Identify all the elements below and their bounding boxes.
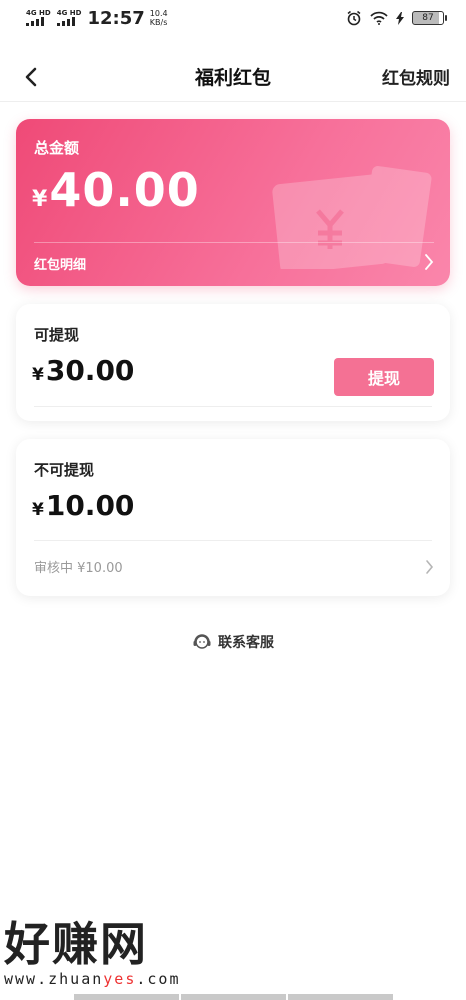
watermark-url-suffix: .com [136, 970, 181, 988]
watermark-url-prefix: www.zhuan [4, 970, 104, 988]
signal-icon: 4G HD [26, 10, 51, 26]
red-envelope-icon [272, 166, 432, 269]
withdrawable-title: 可提现 [34, 326, 80, 344]
total-amount-card: 总金额 ¥ 40.00 红包明细 [16, 119, 450, 286]
rules-link[interactable]: 红包规则 [382, 64, 450, 89]
chevron-left-icon [25, 67, 37, 87]
withdrawable-amount: ¥ 30.00 [32, 354, 134, 387]
headset-icon [193, 634, 211, 649]
currency-symbol: ¥ [32, 187, 48, 212]
envelope-detail-link[interactable]: 红包明细 [34, 254, 86, 273]
charging-icon [396, 11, 404, 25]
currency-symbol: ¥ [32, 500, 44, 520]
total-label: 总金额 [34, 139, 80, 157]
under-review-text: 审核中 ¥10.00 [34, 561, 123, 576]
signal-group: 4G HD 4G HD [26, 10, 81, 26]
contact-service-label: 联系客服 [218, 635, 274, 651]
wifi-icon [370, 11, 388, 25]
network-speed: 10.4 KB/s [150, 9, 168, 27]
non-withdrawable-amount: ¥ 10.00 [32, 489, 134, 522]
withdrawable-panel: 可提现 ¥ 30.00 提现 [16, 304, 450, 421]
clock: 12:57 [87, 7, 145, 29]
nav-bar: 福利红包 红包规则 [0, 52, 466, 102]
divider [34, 406, 432, 407]
chevron-right-icon[interactable] [424, 253, 434, 271]
non-withdrawable-title: 不可提现 [34, 461, 95, 479]
under-review-row[interactable]: 审核中 ¥10.00 [34, 557, 434, 576]
watermark-url-highlight: yes [103, 970, 137, 988]
watermark-url: www.zhuanyes.com [4, 970, 204, 988]
divider [34, 540, 432, 541]
watermark: 好赚网 www.zhuanyes.com [4, 918, 204, 988]
chevron-right-icon [426, 559, 434, 574]
divider [34, 242, 434, 243]
non-withdrawable-panel: 不可提现 ¥ 10.00 审核中 ¥10.00 [16, 439, 450, 596]
currency-symbol: ¥ [32, 365, 44, 385]
battery-icon: 87 [412, 11, 447, 25]
network-type-1: 4G HD [26, 9, 51, 17]
total-amount-value: 40.00 [49, 163, 200, 217]
bottom-gesture-bar [0, 994, 466, 1000]
speed-unit: KB/s [149, 18, 168, 27]
page-title: 福利红包 [194, 67, 271, 89]
speed-value: 10.4 [149, 9, 168, 18]
alarm-icon [347, 10, 361, 26]
withdraw-button[interactable]: 提现 [334, 358, 434, 396]
total-amount: ¥ 40.00 [32, 163, 200, 217]
watermark-title: 好赚网 [4, 917, 148, 971]
network-type-2: 4G HD [56, 9, 82, 17]
contact-service-link[interactable]: 联系客服 [0, 632, 466, 652]
back-button[interactable] [18, 62, 44, 92]
status-bar: 4G HD 4G HD 12:57 10.4 KB/s 87 [0, 0, 466, 36]
withdrawable-amount-value: 30.00 [45, 354, 135, 387]
signal-icon: 4G HD [56, 9, 82, 26]
battery-level: 87 [422, 13, 434, 23]
non-withdrawable-amount-value: 10.00 [45, 489, 135, 522]
